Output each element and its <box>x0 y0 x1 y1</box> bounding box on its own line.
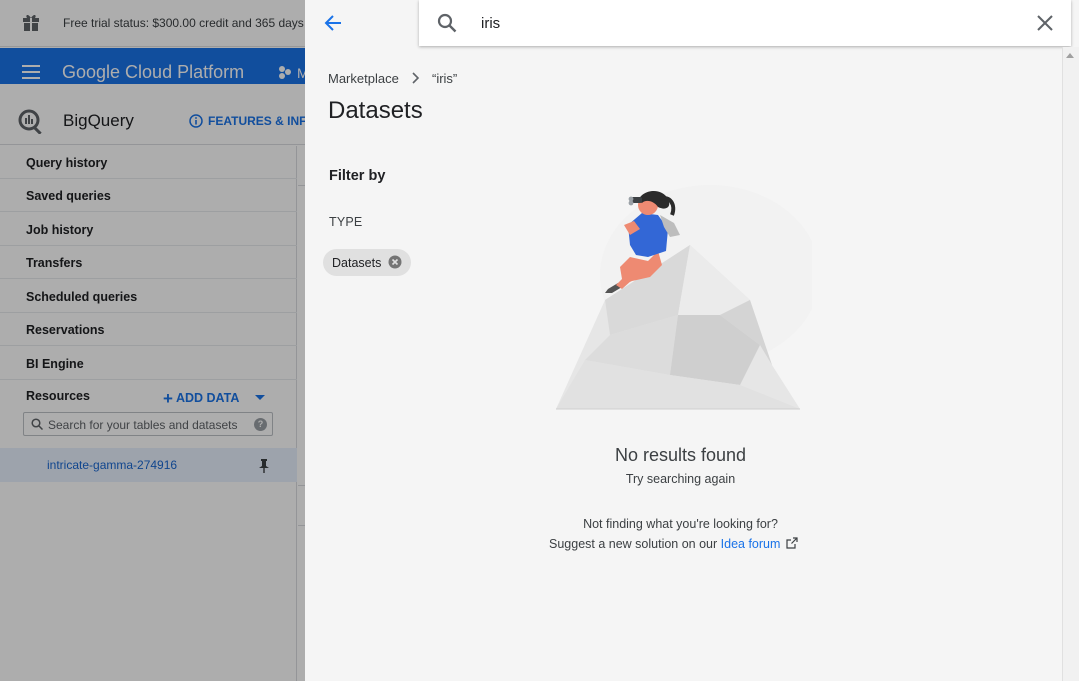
chip-label: Datasets <box>332 256 382 270</box>
arrow-back-icon <box>324 15 341 31</box>
search-icon <box>437 13 457 33</box>
external-link-icon[interactable] <box>786 537 799 549</box>
breadcrumb-current: “iris” <box>432 71 458 86</box>
marketplace-search-input[interactable] <box>481 12 1021 34</box>
scroll-up-arrow-icon[interactable] <box>1066 53 1074 58</box>
idea-forum-link[interactable]: Idea forum <box>721 537 781 551</box>
page-title: Datasets <box>328 97 423 124</box>
filter-chip-datasets[interactable]: Datasets <box>323 249 411 276</box>
breadcrumb-marketplace[interactable]: Marketplace <box>328 71 399 86</box>
chevron-right-icon <box>412 72 420 84</box>
panel-scrollbar[interactable] <box>1062 47 1079 681</box>
clear-search-icon[interactable] <box>1035 13 1055 33</box>
suggest-solution-text: Suggest a new solution on our Idea forum <box>549 537 799 551</box>
no-results-title: No results found <box>614 445 747 465</box>
no-results-subtitle: Try searching again <box>625 472 736 486</box>
back-button[interactable] <box>318 8 348 38</box>
no-results-illustration <box>556 185 812 410</box>
suggest-prefix: Suggest a new solution on our <box>549 537 721 551</box>
not-finding-text: Not finding what you're looking for? <box>583 517 778 531</box>
marketplace-search-box <box>419 0 1071 46</box>
remove-chip-icon[interactable] <box>388 255 402 269</box>
filter-type-label: TYPE <box>329 215 363 229</box>
filter-by-heading: Filter by <box>329 168 386 184</box>
